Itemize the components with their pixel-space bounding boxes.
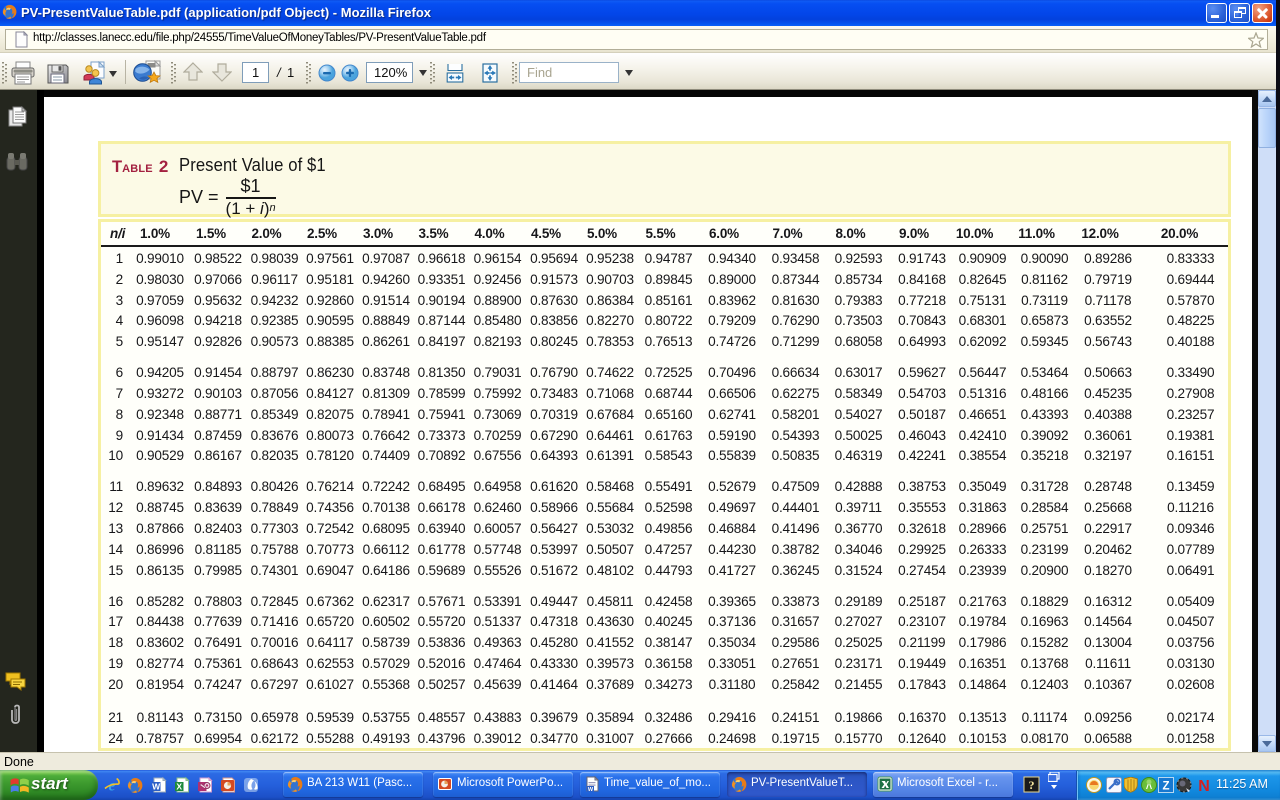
svg-text:N: N: [1198, 778, 1210, 793]
svg-text:W: W: [152, 782, 161, 792]
svg-text:?: ?: [1029, 778, 1035, 792]
svg-text:Z: Z: [1162, 781, 1169, 793]
svg-text:X: X: [176, 782, 182, 792]
svg-text:W: W: [588, 787, 594, 792]
